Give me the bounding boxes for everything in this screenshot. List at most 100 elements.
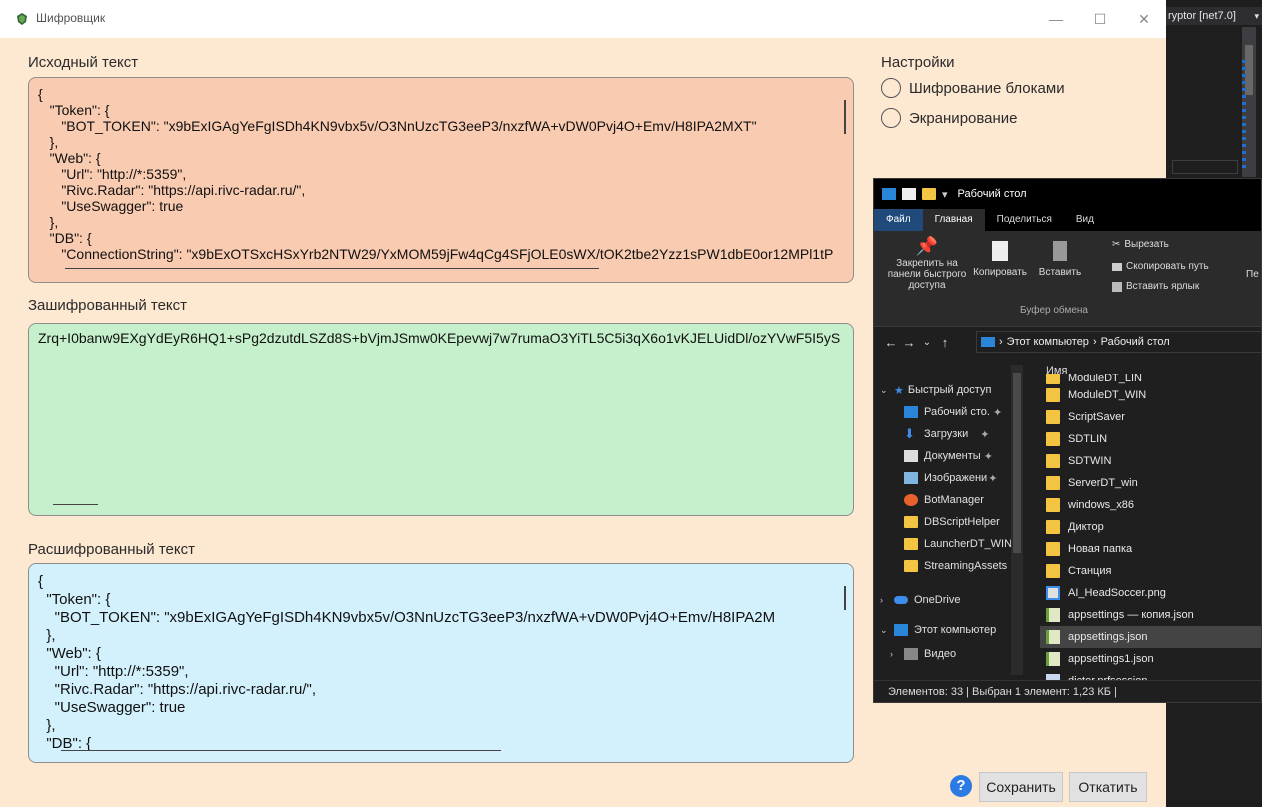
desktop-icon [904, 406, 918, 418]
star-icon: ★ [894, 384, 904, 397]
chevron-down-icon[interactable]: ⌄ [880, 625, 890, 636]
encrypted-label: Зашифрованный текст [28, 297, 188, 314]
computer-icon [981, 337, 995, 347]
list-item[interactable]: Новая папка [1046, 538, 1261, 560]
encrypted-horizontal-scrollbar[interactable] [53, 504, 98, 505]
file-name: AI_HeadSoccer.png [1068, 587, 1166, 599]
nav-dbscripthelper[interactable]: DBScriptHelper [874, 511, 1024, 533]
nav-label: Быстрый доступ [907, 384, 992, 396]
decrypted-horizontal-scrollbar[interactable] [61, 750, 501, 751]
list-item[interactable]: ModuleDT_WIN [1046, 384, 1261, 406]
pin-button[interactable]: 📌 Закрепить на панели быстрого доступа [880, 236, 974, 291]
pin-icon: 📌 [915, 236, 939, 256]
file-name: SDTWIN [1068, 455, 1112, 467]
navigation-scrollbar[interactable] [1011, 365, 1023, 675]
copy-path-button[interactable]: Скопировать путь [1112, 261, 1209, 272]
list-item[interactable]: Диктор [1046, 516, 1261, 538]
source-horizontal-scrollbar[interactable] [65, 268, 599, 269]
nav-downloads[interactable]: ⬇ Загрузки ✦ [874, 423, 1024, 445]
decrypted-text[interactable]: { "Token": { "BOT_TOKEN": "x9bExIGAgYeFg… [38, 573, 849, 753]
app-logo-icon [17, 13, 27, 25]
tab-view[interactable]: Вид [1064, 209, 1106, 231]
navigation-pane: ⌄ ★ Быстрый доступ Рабочий сто. ✦ ⬇ Загр… [874, 359, 1024, 681]
list-item-selected[interactable]: appsettings.json [1040, 626, 1261, 648]
ide-tab[interactable]: ryptor [net7.0] ▾ [1166, 7, 1262, 25]
file-name: SDTLIN [1068, 433, 1108, 445]
list-item[interactable]: windows_x86 [1046, 494, 1261, 516]
paste-label: Вставить [1038, 267, 1082, 278]
encrypted-textbox[interactable]: Zrq+I0banw9EXgYdEyR6HQ1+sPg2dzutdLSZd8S+… [28, 323, 854, 516]
nav-quick-access[interactable]: ⌄ ★ Быстрый доступ [874, 379, 1024, 401]
explorer-title-bar: ▾ Рабочий стол [874, 179, 1261, 209]
chevron-down-icon[interactable]: ▾ [1254, 7, 1259, 25]
more-ribbon-label[interactable]: Пе [1246, 269, 1259, 280]
rollback-button[interactable]: Откатить [1069, 772, 1147, 802]
chevron-right-icon[interactable]: › [880, 595, 890, 605]
pictures-icon [904, 472, 918, 484]
cut-button[interactable]: ✂ Вырезать [1112, 239, 1169, 250]
list-item[interactable]: ServerDT_win [1046, 472, 1261, 494]
file-name: Станция [1068, 565, 1112, 577]
breadcrumb-computer[interactable]: Этот компьютер [1007, 336, 1089, 348]
back-icon[interactable]: ← [882, 335, 900, 350]
list-item[interactable]: ModuleDT_LIN [1046, 374, 1261, 384]
paste-icon [1053, 241, 1067, 261]
help-icon[interactable]: ? [950, 775, 972, 797]
breadcrumb-desktop[interactable]: Рабочий стол [1101, 336, 1170, 348]
nav-onedrive[interactable]: › OneDrive [874, 589, 1024, 611]
chevron-right-icon[interactable]: › [890, 649, 900, 659]
nav-launcherdt[interactable]: LauncherDT_WIN [874, 533, 1024, 555]
paste-shortcut-button[interactable]: Вставить ярлык [1112, 281, 1199, 292]
list-item[interactable]: AI_HeadSoccer.png [1046, 582, 1261, 604]
encrypted-text[interactable]: Zrq+I0banw9EXgYdEyR6HQ1+sPg2dzutdLSZd8S+… [38, 330, 849, 346]
chevron-down-icon[interactable]: ▾ [942, 188, 948, 201]
list-item[interactable]: SDTLIN [1046, 428, 1261, 450]
radio-button[interactable] [881, 78, 901, 98]
list-item[interactable]: SDTWIN [1046, 450, 1261, 472]
list-item[interactable]: appsettings — копия.json [1046, 604, 1261, 626]
source-vertical-scrollbar[interactable] [844, 100, 846, 134]
source-text[interactable]: { "Token": { "BOT_TOKEN": "x9bExIGAgYeFg… [38, 86, 849, 262]
pin-icon: ✦ [983, 450, 993, 463]
maximize-button[interactable]: ☐ [1088, 8, 1112, 30]
nav-video[interactable]: › Видео [874, 643, 1024, 665]
nav-desktop[interactable]: Рабочий сто. ✦ [874, 401, 1024, 423]
escaping-option[interactable]: Экранирование [881, 108, 1018, 128]
chevron-down-icon[interactable]: ⌄ [880, 385, 890, 396]
tab-share[interactable]: Поделиться [985, 209, 1064, 231]
nav-this-pc[interactable]: ⌄ Этот компьютер [874, 619, 1024, 641]
copy-button[interactable]: Копировать [970, 241, 1030, 278]
nav-botmanager[interactable]: BotManager [874, 489, 1024, 511]
nav-documents[interactable]: Документы ✦ [874, 445, 1024, 467]
tab-home[interactable]: Главная [922, 209, 985, 231]
nav-streamingassets[interactable]: StreamingAssets [874, 555, 1024, 577]
tab-file[interactable]: Файл [874, 209, 923, 231]
new-folder-icon[interactable] [922, 188, 936, 200]
video-icon [904, 648, 918, 660]
nav-pictures[interactable]: Изображени ✦ [874, 467, 1024, 489]
decrypted-vertical-scrollbar[interactable] [844, 586, 846, 610]
list-item[interactable]: ScriptSaver [1046, 406, 1261, 428]
list-item[interactable]: appsettings1.json [1046, 648, 1261, 670]
forward-icon[interactable]: → [900, 335, 918, 350]
list-item[interactable]: Станция [1046, 560, 1261, 582]
source-textbox[interactable]: { "Token": { "BOT_TOKEN": "x9bExIGAgYeFg… [28, 77, 854, 283]
minimize-button[interactable]: — [1044, 8, 1068, 30]
address-input[interactable]: › Этот компьютер › Рабочий стол [976, 331, 1261, 353]
block-encryption-option[interactable]: Шифрование блоками [881, 78, 1065, 98]
scissors-icon: ✂ [1112, 239, 1121, 250]
decrypted-textbox[interactable]: { "Token": { "BOT_TOKEN": "x9bExIGAgYeFg… [28, 563, 854, 763]
nav-label: Загрузки [924, 428, 969, 440]
address-bar: ← → ⌄ ↑ › Этот компьютер › Рабочий стол [874, 327, 1261, 357]
radio-button[interactable] [881, 108, 901, 128]
file-name: appsettings1.json [1068, 653, 1154, 665]
folder-icon [1046, 498, 1060, 512]
recent-chevron-icon[interactable]: ⌄ [918, 337, 936, 348]
computer-icon [894, 624, 908, 636]
paste-button[interactable]: Вставить [1030, 241, 1090, 278]
save-button[interactable]: Сохранить [979, 772, 1063, 802]
breadcrumb-separator: › [999, 336, 1003, 348]
up-icon[interactable]: ↑ [936, 335, 954, 350]
close-button[interactable]: ✕ [1132, 8, 1156, 30]
properties-icon[interactable] [902, 188, 916, 200]
